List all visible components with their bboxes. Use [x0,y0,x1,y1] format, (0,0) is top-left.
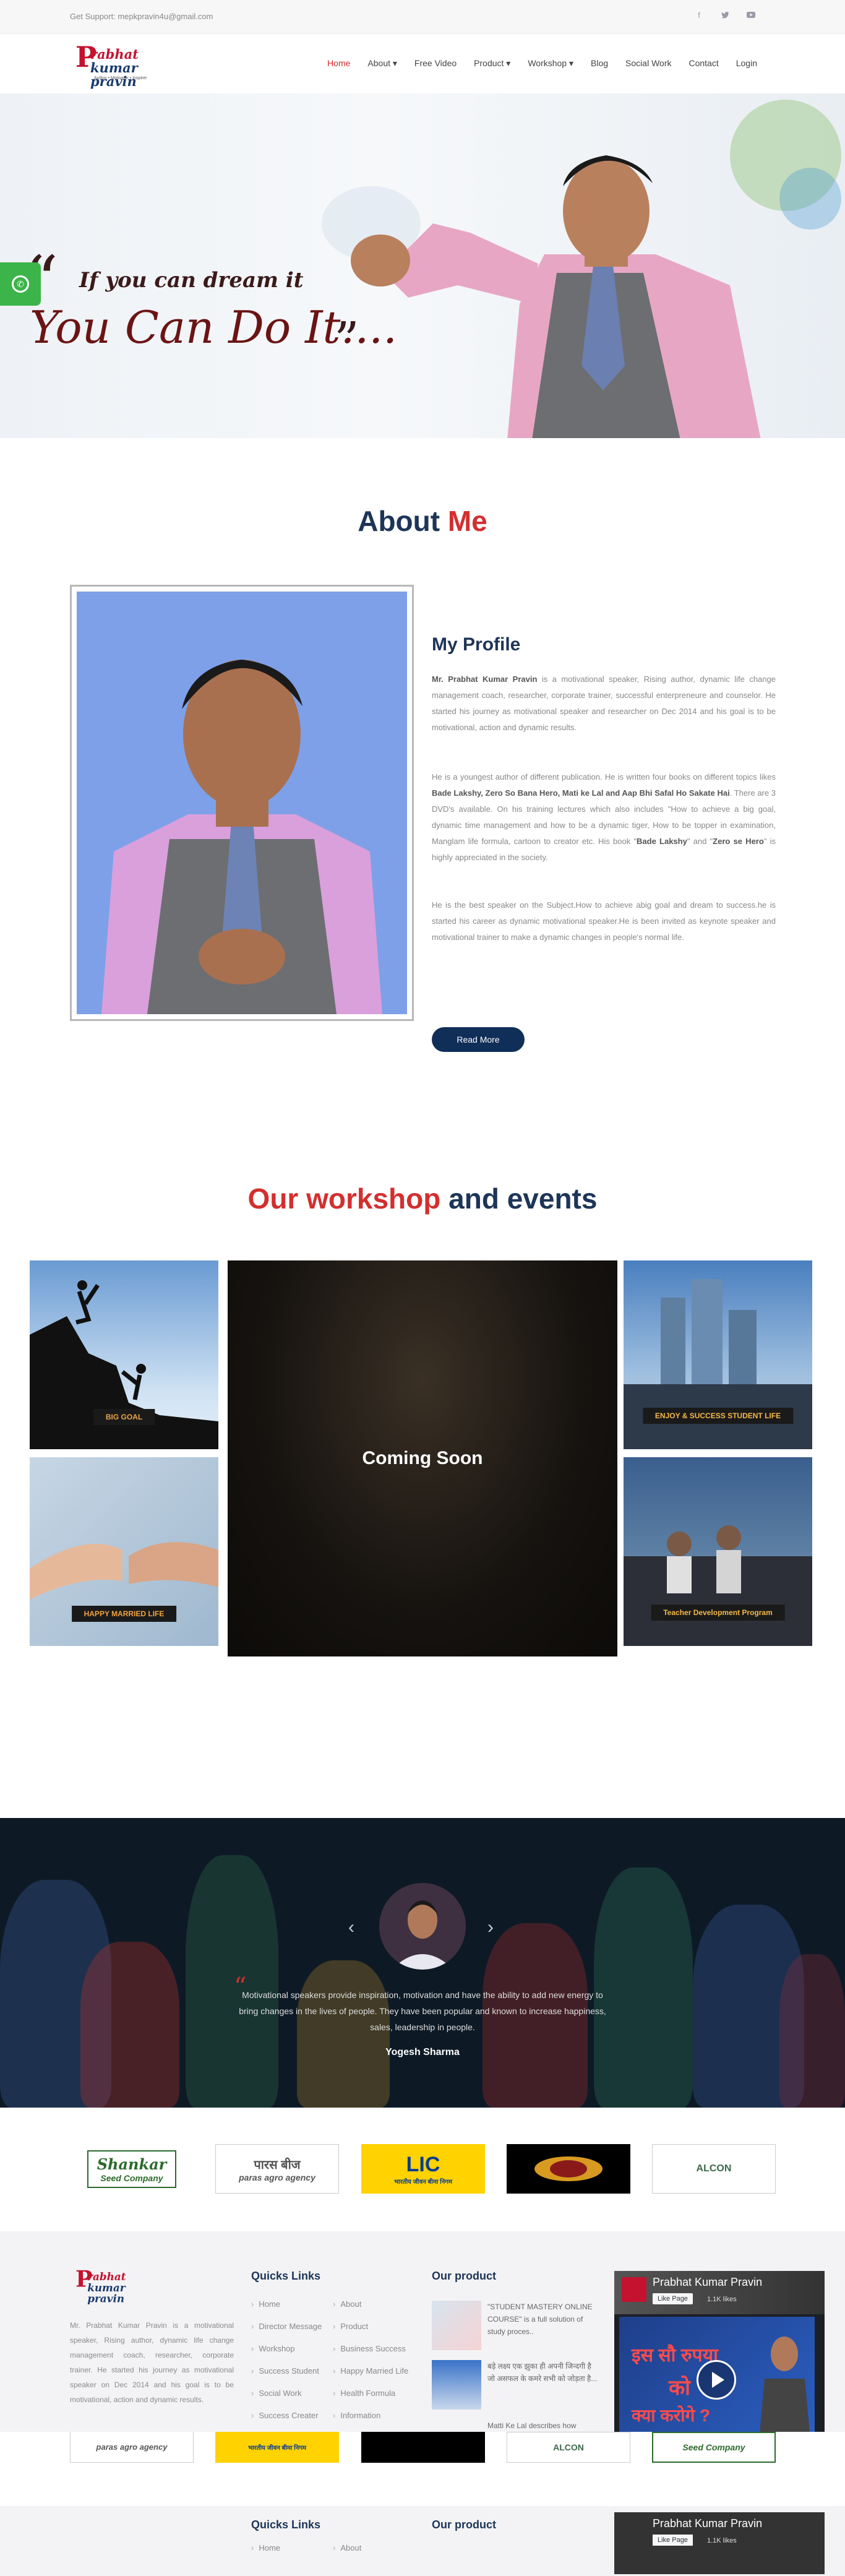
our-product-title: Our product [432,2270,496,2282]
workshop-tile-student-life[interactable]: ENJOY & SUCCESS STUDENT LIFE [624,1260,812,1449]
read-more-button[interactable]: Read More [432,1027,525,1052]
play-icon[interactable] [697,2360,736,2400]
workshop-title-a: Our workshop [247,1182,441,1215]
nav-social-work[interactable]: Social Work [617,58,680,69]
footer-link-director[interactable]: Director Message [251,2322,322,2331]
footer-link-information[interactable]: Information [333,2411,380,2420]
profile-paragraph-1: Mr. Prabhat Kumar Pravin is a motivation… [432,674,776,732]
about-title-a: About [358,505,440,537]
workshop-title-b: and events [448,1182,598,1215]
profile-paragraph-3: He is the best speaker on the Subject.Ho… [432,900,776,942]
twitter-icon[interactable] [721,10,729,20]
profile-paragraph-2: He is a youngest author of different pub… [432,772,776,862]
social-links: f [695,10,755,20]
footer-link-home[interactable]: Home [251,2299,280,2309]
facebook-page-widget[interactable]: Prabhat Kumar Pravin Like Page 1.1K like… [614,2271,825,2450]
about-title-b: Me [447,505,487,537]
facebook-icon[interactable]: f [695,10,703,20]
client-logo-lic: भारतीय जीवन बीमा निगम [215,2432,339,2463]
workshop-heading: Our workshop and events [0,1182,845,1215]
tile-label: BIG GOAL [93,1409,155,1425]
footer-link-workshop[interactable]: Workshop [251,2344,294,2353]
fb-avatar [622,2277,646,2302]
product-thumbnail [432,2360,481,2410]
top-bar: Get Support: mepkpravin4u@gmail.com f [0,0,845,34]
footer-link-happy-married-life[interactable]: Happy Married Life [333,2366,408,2376]
footer-link-health-formula[interactable]: Health Formula [333,2389,395,2398]
hero-line1: If you can dream it [79,268,304,293]
fb-like-button[interactable]: Like Page [653,2293,693,2304]
client-logo-emblem[interactable] [507,2144,630,2194]
client-logo-shankar[interactable]: Shankar Seed Company [70,2144,194,2194]
hand-decor [186,1855,278,2108]
tile-label: ENJOY & SUCCESS STUDENT LIFE [642,1408,794,1424]
client-logo-alcon[interactable]: ALCON [652,2144,776,2194]
footer-link-success-creater[interactable]: Success Creater [251,2411,318,2420]
client-logo-shankar: Seed Company [652,2432,776,2463]
workshop-coming-soon[interactable]: Coming Soon [228,1260,617,1656]
workshop-tile-married-life[interactable]: HAPPY MARRIED LIFE [30,1457,218,1646]
product-thumbnail [432,2301,481,2350]
logo-line2: kumar pravin [90,60,138,89]
hero-person-image [334,118,841,438]
footer-link-product[interactable]: Product [333,2322,368,2331]
nav-about[interactable]: About ▾ [359,58,406,69]
duplicate-footer-strip: paras agro agency भारतीय जीवन बीमा निगम … [0,2432,845,2576]
nav-contact[interactable]: Contact [680,58,727,69]
footer-logo[interactable]: P rabhat kumar pravin [75,2265,158,2304]
hand-decor [80,1942,179,2108]
product-item[interactable]: "STUDENT MASTERY ONLINE COURSE" is a ful… [432,2301,599,2350]
quick-links-title: Quicks Links [251,2270,321,2282]
nav-home[interactable]: Home [319,58,359,69]
fb-video-thumbnail[interactable]: इस सौ रुपया को क्या करोगे ? [619,2317,815,2447]
footer-link-about[interactable]: About [333,2299,361,2309]
fb-likes-count: 1.1K likes [707,2296,737,2303]
tile-label: HAPPY MARRIED LIFE [71,1606,177,1622]
main-nav: Home About ▾ Free Video Product ▾ Worksh… [319,58,766,69]
client-logo-alcon: ALCON [507,2432,630,2463]
coming-soon-label: Coming Soon [362,1448,483,1468]
client-logo-emblem [361,2432,485,2463]
hero-banner: “ If you can dream it You Can Do It.... … [0,93,845,438]
hand-decor [779,1954,845,2108]
nav-blog[interactable]: Blog [582,58,617,69]
profile-photo [70,585,414,1021]
footer-link-social-work[interactable]: Social Work [251,2389,301,2398]
testimonial-prev[interactable]: ‹ [348,1917,354,1938]
testimonial-section: ‹ › “ Motivational speakers provide insp… [0,1818,845,2108]
testimonial-author: Yogesh Sharma [385,2047,460,2057]
nav-free-video[interactable]: Free Video [406,58,465,69]
logo-line1: rabhat [90,46,139,62]
product-item[interactable]: बड़े लक्ष्य एक झुका ही अपनी जिन्दगी है ज… [432,2360,599,2410]
whatsapp-button[interactable]: ✆ [0,262,41,306]
nav-login[interactable]: Login [727,58,766,69]
whatsapp-icon: ✆ [12,275,29,293]
site-logo[interactable]: P rabhat kumar pravin Author • Motivator… [75,40,179,88]
logo-tagline: Author • Motivator • Inspirer [94,76,147,80]
hand-decor [594,1867,693,2108]
footer-link-success-student[interactable]: Success Student [251,2366,319,2376]
support-email[interactable]: Get Support: mepkpravin4u@gmail.com [70,12,213,21]
footer-link-business-success[interactable]: Business Success [333,2344,406,2353]
fb-page-name[interactable]: Prabhat Kumar Pravin [653,2276,762,2289]
profile-title: My Profile [432,634,521,655]
testimonial-next[interactable]: › [487,1917,494,1938]
site-header: P rabhat kumar pravin Author • Motivator… [0,34,845,93]
testimonial-text: Motivational speakers provide inspiratio… [239,1990,606,2032]
footer-about-text: Mr. Prabhat Kumar Pravin is a motivation… [70,2321,234,2404]
workshop-tile-big-goal[interactable]: BIG GOAL [30,1260,218,1449]
client-logo-lic[interactable]: LIC भारतीय जीवन बीमा निगम [361,2144,485,2194]
testimonial-avatar [379,1883,466,1970]
youtube-icon[interactable] [747,10,755,20]
workshop-tile-teacher-development[interactable]: Teacher Development Program [624,1457,812,1646]
client-logo-paras[interactable]: पारस बीज paras agro agency [215,2144,339,2194]
nav-workshop[interactable]: Workshop ▾ [519,58,582,69]
client-logo-paras: paras agro agency [70,2432,194,2463]
nav-product[interactable]: Product ▾ [465,58,519,69]
about-heading: About Me [0,504,845,538]
tile-label: Teacher Development Program [651,1605,785,1621]
